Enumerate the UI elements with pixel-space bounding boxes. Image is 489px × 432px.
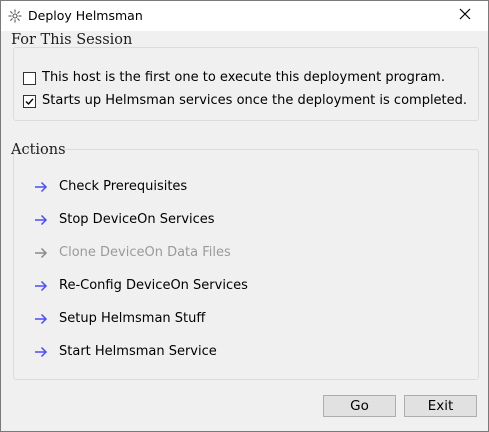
- arrow-right-icon: [35, 280, 48, 292]
- first-host-checkbox[interactable]: [23, 71, 36, 85]
- action-start-helmsman-service[interactable]: Start Helmsman Service: [34, 343, 217, 361]
- start-services-label: Starts up Helmsman services once the dep…: [42, 93, 468, 108]
- action-label: Clone DeviceOn Data Files: [59, 245, 231, 260]
- start-services-option[interactable]: Starts up Helmsman services once the dep…: [23, 93, 467, 109]
- actions-legend: Actions: [11, 142, 66, 158]
- window-title: Deploy Helmsman: [28, 8, 143, 23]
- action-label: Stop DeviceOn Services: [59, 212, 215, 227]
- deploy-dialog: Deploy Helmsman For This Session This ho…: [0, 0, 489, 432]
- action-label: Start Helmsman Service: [59, 344, 217, 359]
- go-button[interactable]: Go: [323, 395, 396, 417]
- start-services-checkbox[interactable]: [23, 94, 36, 108]
- arrow-right-icon: [35, 247, 48, 259]
- action-stop-deviceon-services[interactable]: Stop DeviceOn Services: [34, 211, 215, 229]
- action-label: Check Prerequisites: [59, 179, 188, 194]
- first-host-label: This host is the first one to execute th…: [42, 70, 445, 85]
- action-reconfig-deviceon-services[interactable]: Re-Config DeviceOn Services: [34, 277, 248, 295]
- gear-icon: [7, 8, 23, 24]
- arrow-right-icon: [35, 313, 48, 325]
- action-label: Re-Config DeviceOn Services: [59, 278, 248, 293]
- close-icon: [459, 8, 471, 24]
- action-clone-deviceon-data-files: Clone DeviceOn Data Files: [34, 244, 231, 262]
- exit-button[interactable]: Exit: [404, 395, 477, 417]
- arrow-right-icon: [35, 214, 48, 226]
- action-check-prerequisites[interactable]: Check Prerequisites: [34, 178, 187, 196]
- close-button[interactable]: [442, 1, 488, 31]
- arrow-right-icon: [35, 181, 48, 193]
- arrow-right-icon: [35, 346, 48, 358]
- title-bar[interactable]: Deploy Helmsman: [1, 1, 488, 31]
- action-setup-helmsman-stuff[interactable]: Setup Helmsman Stuff: [34, 310, 205, 328]
- first-host-option[interactable]: This host is the first one to execute th…: [23, 70, 445, 86]
- checkmark-icon: [25, 97, 34, 105]
- action-label: Setup Helmsman Stuff: [59, 311, 206, 326]
- session-legend: For This Session: [11, 32, 133, 48]
